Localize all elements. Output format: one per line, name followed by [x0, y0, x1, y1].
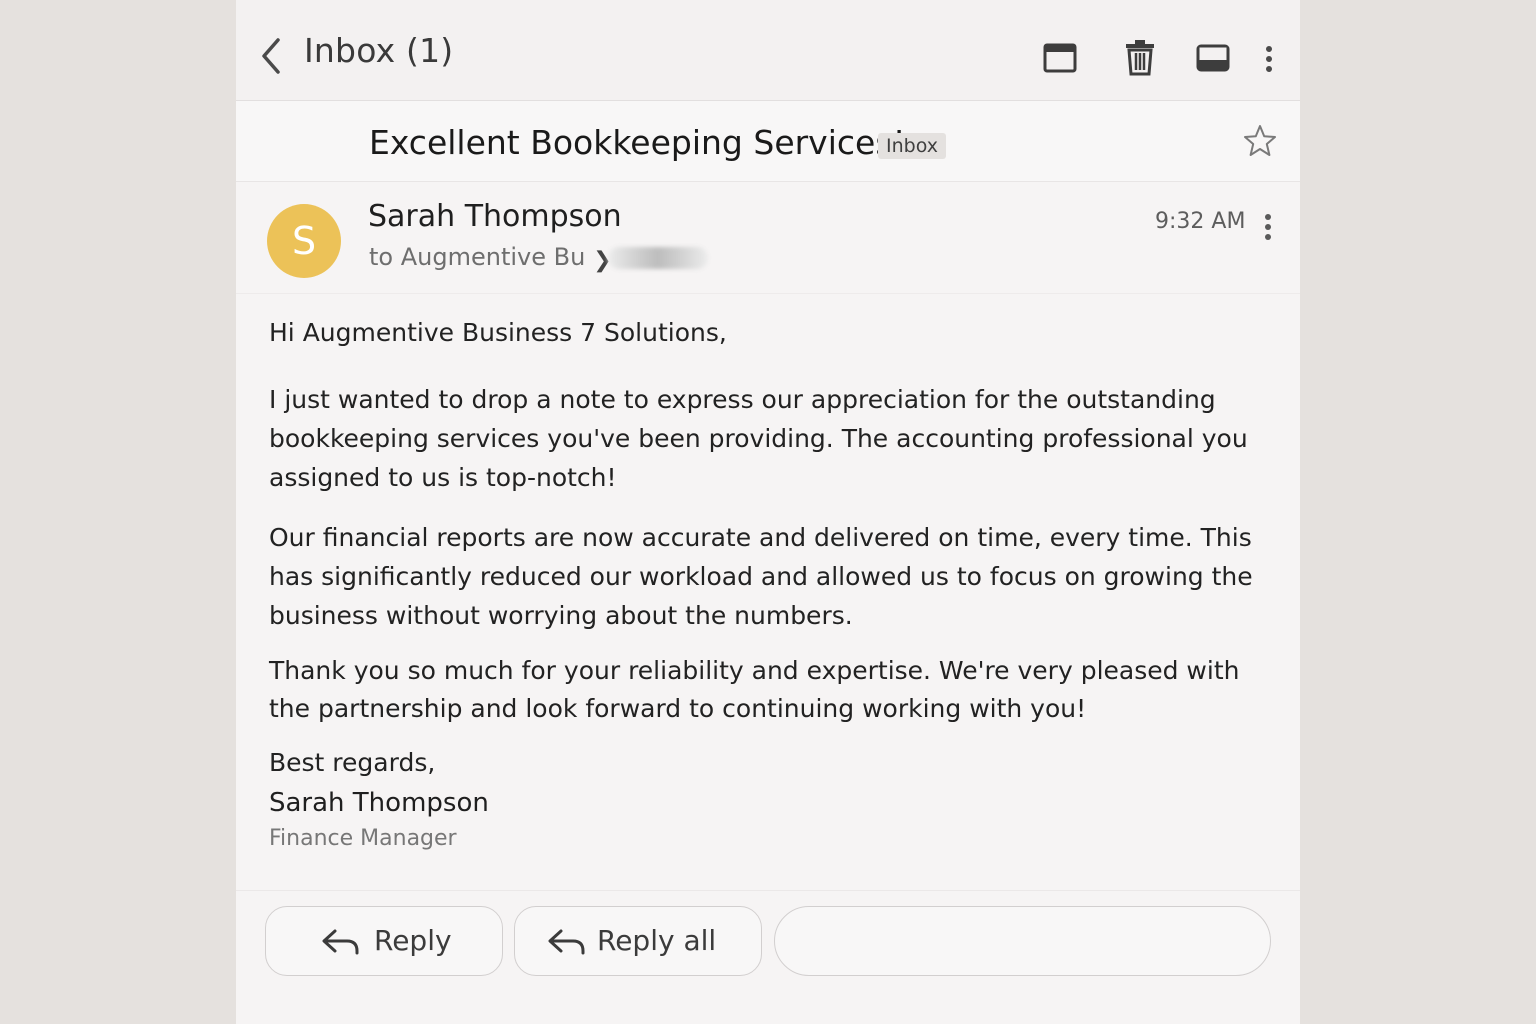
mark-unread-button[interactable]	[1195, 38, 1231, 78]
reply-button[interactable]: Reply	[265, 906, 503, 976]
message-more-button[interactable]	[1256, 211, 1280, 243]
more-vert-icon	[1265, 214, 1271, 240]
recipients-toggle[interactable]: to Augmentive Bu ❯	[369, 243, 612, 273]
mark-unread-icon	[1196, 44, 1230, 72]
email-closing: Best regards,	[269, 748, 436, 777]
reply-icon	[322, 929, 359, 955]
email-paragraph: Thank you so much for your reliability a…	[269, 656, 1240, 723]
subject-row: Excellent Bookkeeping Services! Inbox	[236, 101, 1300, 182]
delete-button[interactable]	[1122, 38, 1158, 78]
avatar[interactable]: S	[267, 204, 341, 278]
reply-all-label: Reply all	[597, 924, 717, 957]
signature-title: Finance Manager	[269, 826, 457, 851]
archive-icon	[1043, 43, 1077, 73]
archive-button[interactable]	[1042, 38, 1078, 78]
page-title: Inbox (1)	[304, 31, 454, 70]
back-button[interactable]	[256, 34, 292, 78]
more-vert-icon	[1266, 46, 1272, 72]
forward-button[interactable]	[774, 906, 1271, 976]
star-button[interactable]	[1242, 123, 1278, 159]
reply-label: Reply	[374, 924, 452, 957]
email-paragraph: Our financial reports are now accurate a…	[269, 523, 1253, 630]
email-subject: Excellent Bookkeeping Services!	[369, 123, 906, 162]
back-arrow-icon	[262, 38, 280, 74]
inbox-label-badge[interactable]: Inbox	[878, 133, 946, 159]
signature-name: Sarah Thompson	[269, 788, 489, 818]
star-icon	[1244, 125, 1276, 156]
email-greeting: Hi Augmentive Business 7 Solutions,	[269, 318, 727, 347]
more-options-button[interactable]	[1257, 38, 1281, 78]
sender-header: S Sarah Thompson to Augmentive Bu ❯ 9:32 …	[236, 183, 1300, 294]
recipients-text: to Augmentive Bu	[369, 243, 586, 271]
redacted-address	[608, 247, 708, 269]
trash-icon	[1126, 40, 1154, 76]
reply-all-button[interactable]: Reply all	[514, 906, 762, 976]
sender-name: Sarah Thompson	[368, 199, 622, 234]
reply-all-icon	[548, 929, 585, 955]
divider	[236, 890, 1300, 891]
email-paragraph: I just wanted to drop a note to express …	[269, 385, 1248, 492]
top-app-bar: Inbox (1)	[236, 0, 1300, 101]
email-view: Inbox (1) Excellent Bookkeeping Services…	[236, 0, 1300, 1024]
message-time: 9:32 AM	[1155, 209, 1246, 234]
